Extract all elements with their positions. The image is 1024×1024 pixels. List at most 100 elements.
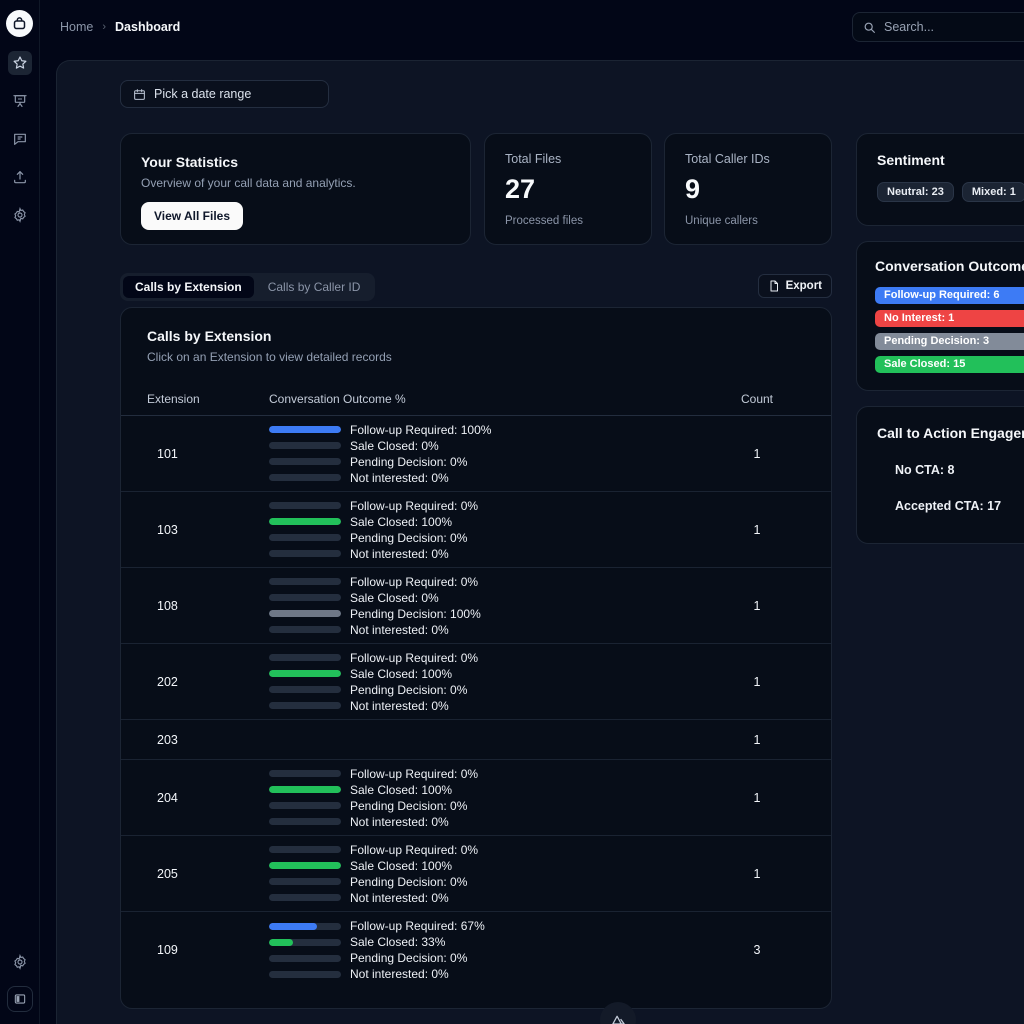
outcome-bar: Not interested: 0% [269, 624, 709, 635]
breadcrumb-home[interactable]: Home [60, 20, 93, 34]
progress-track [269, 474, 341, 481]
table-row[interactable]: 2031 [121, 720, 831, 760]
progress-fill [269, 923, 317, 930]
sentiment-badge: Mixed: 1 [962, 182, 1024, 202]
sidebar-item-presentation[interactable] [8, 89, 32, 113]
extension-cell[interactable]: 101 [147, 447, 269, 461]
sidebar-item-favorites[interactable] [8, 51, 32, 75]
sentiment-title: Sentiment [877, 152, 1024, 168]
outcome-bars-cell: Follow-up Required: 0%Sale Closed: 100%P… [269, 500, 709, 559]
extension-cell[interactable]: 108 [147, 599, 269, 613]
conversation-outcome-pills: Follow-up Required: 6No Interest: 1Pendi… [875, 287, 1024, 373]
outcome-bar: Sale Closed: 33% [269, 937, 709, 948]
outcome-bar-label: Sale Closed: 0% [350, 439, 439, 453]
outcome-bar-label: Not interested: 0% [350, 623, 449, 637]
progress-track [269, 626, 341, 633]
outcome-bar: Follow-up Required: 100% [269, 424, 709, 435]
progress-track [269, 971, 341, 978]
outcome-bar-label: Follow-up Required: 0% [350, 575, 478, 589]
outcome-bar-label: Sale Closed: 0% [350, 591, 439, 605]
calendar-icon [133, 88, 146, 101]
progress-track [269, 502, 341, 509]
table-row[interactable]: 109Follow-up Required: 67% Sale Closed: 3… [121, 912, 831, 988]
column-header-extension[interactable]: Extension [147, 392, 269, 406]
outcome-bar: Pending Decision: 0% [269, 800, 709, 811]
upload-icon [12, 169, 28, 185]
count-cell: 1 [709, 523, 805, 537]
extension-cell[interactable]: 202 [147, 675, 269, 689]
outcome-bar: Pending Decision: 0% [269, 876, 709, 887]
search-box[interactable] [852, 12, 1024, 42]
outcome-bar: Not interested: 0% [269, 816, 709, 827]
column-header-outcome[interactable]: Conversation Outcome % [269, 392, 709, 406]
outcome-bar-label: Follow-up Required: 0% [350, 499, 478, 513]
table-row[interactable]: 108 Follow-up Required: 0% Sale Closed: 0%… [121, 568, 831, 644]
sidebar-item-settings-bottom[interactable] [8, 950, 32, 974]
cta-engagement-title: Call to Action Engagement [877, 425, 1024, 441]
outcome-bar: Sale Closed: 100% [269, 784, 709, 795]
table-row[interactable]: 202Follow-up Required: 0%Sale Closed: 10… [121, 644, 831, 720]
extension-cell[interactable]: 103 [147, 523, 269, 537]
outcome-bar: Pending Decision: 0% [269, 456, 709, 467]
outcome-bar: Sale Closed: 100% [269, 516, 709, 527]
outcome-bar-label: Not interested: 0% [350, 967, 449, 981]
outcome-bars-cell: Follow-up Required: 67%Sale Closed: 33%P… [269, 921, 709, 980]
outcome-bar-label: Follow-up Required: 0% [350, 651, 478, 665]
table-row[interactable]: 204Follow-up Required: 0%Sale Closed: 10… [121, 760, 831, 836]
breadcrumb-current: Dashboard [115, 20, 180, 34]
app-logo[interactable] [6, 10, 33, 37]
search-input[interactable] [884, 20, 1024, 34]
extension-cell[interactable]: 205 [147, 867, 269, 881]
progress-track [269, 534, 341, 541]
bag-icon [12, 16, 27, 31]
total-files-title: Total Files [505, 152, 631, 166]
progress-track [269, 458, 341, 465]
table-row[interactable]: 205 Follow-up Required: 0% Sale Closed: 10… [121, 836, 831, 912]
outcome-bar: Sale Closed: 0% [269, 440, 709, 451]
sidebar-collapse-button[interactable] [7, 986, 33, 1012]
calls-by-extension-card: Calls by Extension Click on an Extension… [120, 307, 832, 1009]
table-row[interactable]: 101 Follow-up Required: 100% Sale Closed: … [121, 416, 831, 492]
outcome-bar: Follow-up Required: 67% [269, 921, 709, 932]
progress-track [269, 846, 341, 853]
outcome-bar-label: Sale Closed: 33% [350, 935, 445, 949]
total-caller-ids-caption: Unique callers [685, 215, 811, 227]
date-range-picker[interactable]: Pick a date range [120, 80, 329, 108]
progress-track [269, 518, 341, 525]
table-row[interactable]: 103 Follow-up Required: 0% Sale Closed: 10… [121, 492, 831, 568]
outcome-bar-label: Sale Closed: 100% [350, 783, 452, 797]
outcome-bar-label: Pending Decision: 100% [350, 607, 481, 621]
sidebar-item-messages[interactable] [8, 127, 32, 151]
gear-icon [12, 954, 28, 970]
progress-track [269, 894, 341, 901]
date-range-label: Pick a date range [154, 87, 251, 101]
outcome-bar-label: Not interested: 0% [350, 547, 449, 561]
extension-cell[interactable]: 203 [147, 733, 269, 747]
panel-toggle-icon [13, 992, 27, 1006]
outcome-bar-label: Not interested: 0% [350, 815, 449, 829]
export-label: Export [786, 280, 822, 292]
view-all-files-button[interactable]: View All Files [141, 202, 243, 230]
tab-calls-by-extension[interactable]: Calls by Extension [123, 276, 254, 298]
count-cell: 1 [709, 447, 805, 461]
outcome-bar-label: Follow-up Required: 0% [350, 843, 478, 857]
gear-icon [12, 207, 28, 223]
extension-cell[interactable]: 204 [147, 791, 269, 805]
outcome-pill: Sale Closed: 15 [875, 356, 1024, 373]
sidebar-item-settings[interactable] [8, 203, 32, 227]
sentiment-badges: Neutral: 23Mixed: 1Unknown: 3 [877, 182, 1024, 202]
export-button[interactable]: Export [758, 274, 832, 298]
cta-item: Accepted CTA: 17 [895, 499, 1024, 513]
column-header-count[interactable]: Count [709, 392, 805, 406]
chevron-right-icon: › [102, 21, 106, 33]
sidebar-item-upload[interactable] [8, 165, 32, 189]
outcome-bar-label: Pending Decision: 0% [350, 455, 467, 469]
tab-calls-by-caller-id[interactable]: Calls by Caller ID [256, 276, 373, 298]
extension-cell[interactable]: 109 [147, 943, 269, 957]
progress-track [269, 786, 341, 793]
outcome-bar: Sale Closed: 100% [269, 860, 709, 871]
file-icon [768, 280, 780, 292]
outcome-bar: Not interested: 0% [269, 700, 709, 711]
outcome-bar: Not interested: 0% [269, 969, 709, 980]
triangles-logo-icon [610, 1012, 627, 1024]
